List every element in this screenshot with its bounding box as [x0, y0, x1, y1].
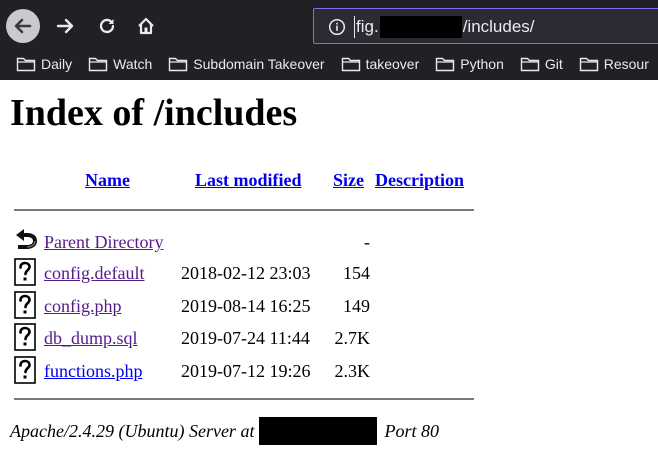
- parent-directory-icon: [16, 229, 37, 249]
- file-size: -: [364, 232, 370, 252]
- file-date: 2018-02-12 23:03: [181, 263, 311, 283]
- folder-icon: [579, 57, 598, 72]
- forward-icon: [56, 18, 74, 34]
- folder-icon: [169, 57, 188, 72]
- file-link[interactable]: config.php: [44, 297, 121, 315]
- bookmark-label: takeover: [365, 56, 420, 72]
- unknown-file-icon: [14, 291, 36, 319]
- text-caret: [354, 16, 355, 38]
- reload-icon: [99, 18, 115, 34]
- bookmark-label: Subdomain Takeover: [193, 56, 325, 72]
- bookmark-label: Watch: [113, 56, 153, 72]
- url-redaction: [379, 16, 462, 38]
- back-button[interactable]: [6, 9, 40, 43]
- bookmark-folder-python[interactable]: Python: [419, 52, 504, 76]
- table-row: functions.php 2019-07-12 19:26 2.3K: [0, 356, 658, 386]
- hostname-redaction: [259, 417, 378, 445]
- file-size: 2.3K: [334, 361, 371, 381]
- bookmark-label: Git: [544, 56, 563, 72]
- server-signature-suffix: Port 80: [384, 421, 439, 441]
- unknown-file-icon: [14, 258, 36, 286]
- address-bar[interactable]: fig. /includes/: [313, 8, 658, 44]
- unknown-file-icon: [14, 356, 36, 384]
- bookmark-folder-resources[interactable]: Resour: [563, 52, 649, 76]
- table-row-parent: Parent Directory -: [0, 227, 658, 257]
- folder-icon: [436, 57, 455, 72]
- header-divider: [14, 209, 474, 211]
- file-size: 154: [343, 263, 370, 283]
- bookmark-folder-subdomain-takeover[interactable]: Subdomain Takeover: [152, 52, 325, 76]
- url-suffix: /includes/: [462, 17, 535, 36]
- bookmark-label: Resour: [603, 56, 649, 72]
- server-signature: Apache/2.4.29 (Ubuntu) Server at Port 80: [10, 417, 439, 445]
- bookmark-folder-takeover[interactable]: takeover: [325, 52, 420, 76]
- folder-icon: [88, 57, 108, 72]
- directory-listing-page: Index of /includes Name Last modified Si…: [0, 80, 658, 469]
- info-icon[interactable]: [328, 18, 346, 36]
- file-size: 2.7K: [334, 328, 371, 348]
- bookmark-folder-daily[interactable]: Daily: [0, 52, 72, 76]
- folder-icon: [16, 57, 36, 72]
- sort-by-last-modified-link[interactable]: Last modified: [195, 171, 302, 189]
- file-link[interactable]: config.default: [44, 264, 144, 282]
- sort-by-description-link[interactable]: Description: [375, 171, 464, 189]
- table-row: db_dump.sql 2019-07-24 11:44 2.7K: [0, 323, 658, 353]
- file-date: 2019-07-24 11:44: [181, 328, 310, 348]
- parent-directory-link[interactable]: Parent Directory: [44, 233, 163, 251]
- back-icon: [14, 18, 32, 34]
- bookmark-label: Daily: [41, 56, 73, 72]
- forward-button[interactable]: [48, 9, 82, 43]
- file-date: 2019-07-12 19:26: [181, 361, 311, 381]
- reload-button[interactable]: [90, 9, 124, 43]
- file-date: 2019-08-14 16:25: [181, 296, 311, 316]
- file-size: 149: [343, 296, 370, 316]
- home-icon: [138, 17, 154, 35]
- folder-icon: [520, 57, 540, 72]
- footer-divider: [14, 398, 474, 400]
- table-row: config.default 2018-02-12 23:03 154: [0, 258, 658, 288]
- bookmark-folder-git[interactable]: Git: [504, 52, 563, 76]
- bookmark-folder-watch[interactable]: Watch: [72, 52, 152, 76]
- server-signature-prefix: Apache/2.4.29 (Ubuntu) Server at: [10, 421, 255, 441]
- page-title: Index of /includes: [10, 92, 298, 134]
- folder-icon: [341, 57, 360, 72]
- file-link[interactable]: db_dump.sql: [44, 329, 138, 347]
- table-row: config.php 2019-08-14 16:25 149: [0, 291, 658, 321]
- bookmarks-bar: Daily Watch Subdomain Takeover takeover …: [0, 52, 658, 76]
- bookmark-label: Python: [460, 56, 504, 72]
- browser-toolbar: fig. /includes/ Daily Watch Subdomain Ta…: [0, 0, 658, 80]
- home-button[interactable]: [129, 9, 163, 43]
- url-prefix: fig.: [356, 17, 379, 36]
- url-text[interactable]: fig. /includes/: [354, 16, 535, 38]
- file-link[interactable]: functions.php: [44, 362, 143, 380]
- sort-by-size-link[interactable]: Size: [333, 171, 364, 189]
- sort-by-name-link[interactable]: Name: [85, 171, 130, 189]
- unknown-file-icon: [14, 323, 36, 351]
